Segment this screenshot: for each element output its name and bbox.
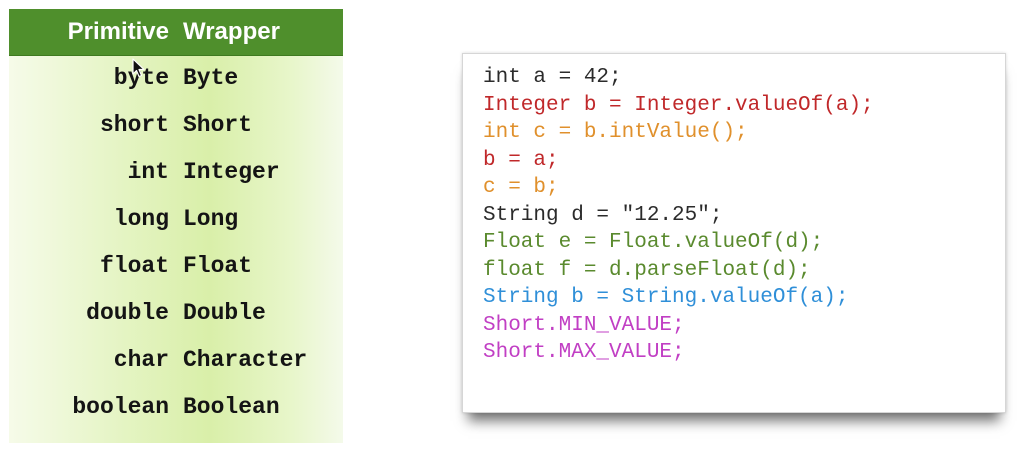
table-row: int Integer: [9, 149, 343, 196]
wrapper-class: Byte: [183, 65, 239, 91]
code-line: Integer b = Integer.valueOf(a);: [483, 94, 874, 117]
primitive-type: int: [127, 159, 169, 185]
wrapper-class: Character: [183, 347, 308, 373]
code-line: int c = b.intValue();: [483, 121, 748, 144]
code-snippet-panel: int a = 42; Integer b = Integer.valueOf(…: [462, 53, 1006, 413]
table-row: char Character: [9, 337, 343, 384]
primitive-wrapper-table: Primitive Wrapper byte Byte short Short …: [9, 9, 343, 443]
code-line: b = a;: [483, 149, 559, 172]
primitive-type: boolean: [72, 394, 169, 420]
code-line: float f = d.parseFloat(d);: [483, 259, 811, 282]
wrapper-class: Float: [183, 253, 253, 279]
table-row: double Double: [9, 290, 343, 337]
table-row: boolean Boolean: [9, 384, 343, 431]
wrapper-class: Double: [183, 300, 266, 326]
table-row: long Long: [9, 196, 343, 243]
code-line: c = b;: [483, 176, 559, 199]
primitive-type: double: [86, 300, 169, 326]
table-row: short Short: [9, 102, 343, 149]
mouse-pointer-icon: [132, 58, 145, 78]
table-header: Primitive Wrapper: [9, 9, 343, 56]
code-line: Float e = Float.valueOf(d);: [483, 231, 824, 254]
code-line: String b = String.valueOf(a);: [483, 286, 849, 309]
primitive-type: long: [113, 206, 169, 232]
wrapper-class: Short: [183, 112, 253, 138]
code-line: String d = "12.25";: [483, 204, 723, 227]
primitive-type: float: [99, 253, 169, 279]
wrapper-class: Integer: [183, 159, 280, 185]
primitive-type: char: [113, 347, 169, 373]
header-wrapper: Wrapper: [183, 18, 280, 45]
table-row: byte Byte: [9, 55, 343, 102]
code-line: int a = 42;: [483, 66, 622, 89]
wrapper-class: Boolean: [183, 394, 280, 420]
table-row: float Float: [9, 243, 343, 290]
code-line: Short.MAX_VALUE;: [483, 341, 685, 364]
wrapper-class: Long: [183, 206, 239, 232]
header-primitive: Primitive: [67, 18, 169, 45]
primitive-type: short: [99, 112, 169, 138]
code-line: Short.MIN_VALUE;: [483, 314, 685, 337]
